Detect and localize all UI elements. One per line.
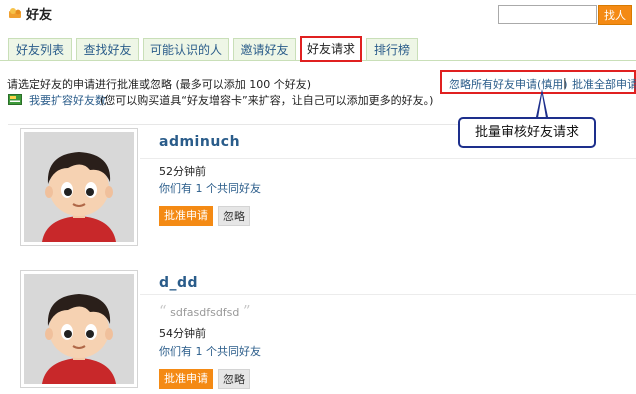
- mutual-friends-link[interactable]: 你们有 1 个共同好友: [159, 180, 261, 196]
- content-divider: [8, 124, 458, 125]
- tab-leaderboard[interactable]: 排行榜: [366, 38, 418, 60]
- cartoon-boy-avatar-icon: [24, 274, 134, 384]
- row-divider: [140, 158, 636, 159]
- search-input[interactable]: [498, 5, 597, 24]
- mutual-friends-link[interactable]: 你们有 1 个共同好友: [159, 343, 261, 359]
- approve-request-button[interactable]: 批准申请: [159, 369, 213, 389]
- expand-card-icon: [8, 94, 22, 105]
- approve-all-link[interactable]: 批准全部申请: [572, 76, 636, 92]
- page-title: 好友: [26, 8, 53, 23]
- callout-pointer-fill: [538, 94, 546, 118]
- tab-people-you-may-know[interactable]: 可能认识的人: [143, 38, 229, 60]
- request-time: 54分钟前: [159, 327, 206, 340]
- tab-find-friends[interactable]: 查找好友: [76, 38, 139, 60]
- avatar[interactable]: [20, 128, 138, 246]
- request-message-text: sdfasdfsdfsd: [170, 306, 240, 319]
- ignore-request-button[interactable]: 忽略: [218, 369, 250, 389]
- close-quote-icon: ”: [242, 302, 251, 320]
- action-separator: |: [563, 76, 567, 89]
- find-people-button[interactable]: 找人: [598, 5, 632, 25]
- request-message: “ sdfasdfsdfsd ”: [159, 302, 251, 320]
- expand-note: (您可以购买道具“好友增容卡”来扩容，让自己可以添加更多的好友。): [100, 94, 434, 107]
- open-quote-icon: “: [159, 302, 167, 320]
- ignore-all-link[interactable]: 忽略所有好友申请(慎用): [449, 76, 568, 92]
- approve-request-button[interactable]: 批准申请: [159, 206, 213, 226]
- avatar[interactable]: [20, 270, 138, 388]
- intro-text: 请选定好友的申请进行批准或忽略 (最多可以添加 100 个好友): [7, 78, 312, 91]
- friends-icon: [9, 8, 21, 18]
- row-divider: [140, 294, 636, 295]
- tab-invite-friends[interactable]: 邀请好友: [233, 38, 296, 60]
- request-time: 52分钟前: [159, 165, 206, 178]
- batch-review-callout: 批量审核好友请求: [458, 117, 596, 148]
- ignore-request-button[interactable]: 忽略: [218, 206, 250, 226]
- request-username[interactable]: adminuch: [159, 134, 240, 150]
- expand-friend-limit-link[interactable]: 我要扩容好友数: [29, 92, 106, 108]
- tab-friend-list[interactable]: 好友列表: [8, 38, 72, 60]
- tab-friend-requests[interactable]: 好友请求: [300, 36, 362, 62]
- cartoon-boy-avatar-icon: [24, 132, 134, 242]
- request-username[interactable]: d_dd: [159, 275, 198, 291]
